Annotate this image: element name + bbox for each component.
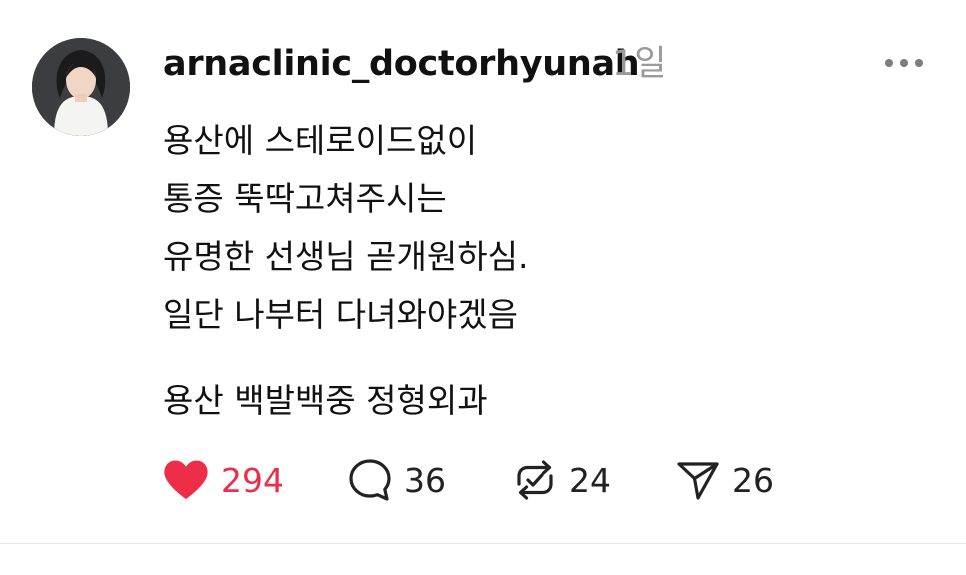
- heart-icon: [164, 460, 208, 499]
- comment-count: 36: [404, 460, 446, 500]
- post-line: 통증 뚝딱고쳐주시는: [163, 179, 447, 218]
- post-text: 용산에 스테로이드없이 통증 뚝딱고쳐주시는 유명한 선생님 곧개원하심. 일단…: [163, 112, 528, 430]
- comment-button[interactable]: 36: [348, 455, 446, 505]
- more-dot-icon: [915, 59, 923, 67]
- like-button[interactable]: 294: [163, 455, 284, 505]
- post-line: 용산에 스테로이드없이: [163, 121, 478, 160]
- divider: [0, 543, 966, 544]
- post-line: 유명한 선생님 곧개원하심.: [163, 237, 529, 276]
- avatar[interactable]: [32, 38, 130, 136]
- repost-count: 24: [569, 460, 611, 500]
- post-line: 일단 나부터 다녀와야겠음: [163, 295, 518, 334]
- share-button[interactable]: 26: [676, 455, 774, 505]
- profile-photo: [32, 38, 130, 136]
- post-line: 용산 백발백중 정형외과: [163, 381, 488, 420]
- more-dot-icon: [900, 59, 908, 67]
- comment-bubble-icon: [349, 459, 391, 501]
- post-actions: 294 36 24 26: [163, 455, 803, 505]
- username[interactable]: arnaclinic_doctorhyunah: [163, 38, 640, 90]
- more-options-button[interactable]: [885, 52, 931, 74]
- share-count: 26: [732, 460, 774, 500]
- repost-button[interactable]: 24: [513, 455, 611, 505]
- post-timestamp: 1일: [612, 44, 667, 84]
- send-icon: [677, 462, 719, 500]
- more-dot-icon: [885, 59, 893, 67]
- repost-icon: [517, 460, 553, 500]
- like-count: 294: [221, 460, 284, 500]
